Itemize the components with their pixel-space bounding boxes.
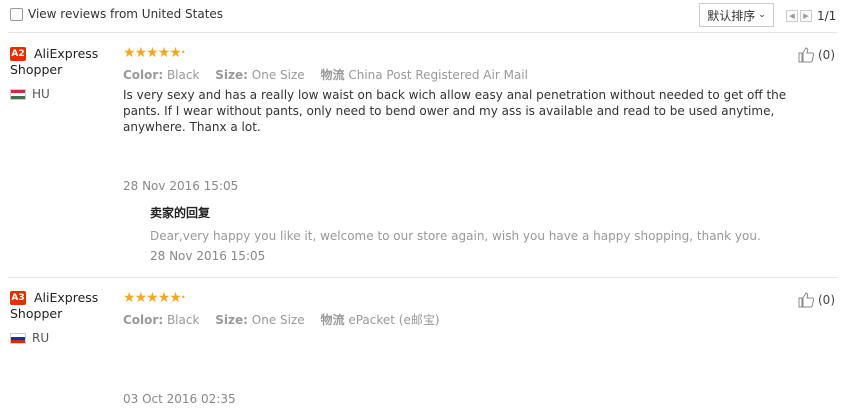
- star-icon: ★: [134, 290, 148, 306]
- star-rating: ★ ★ ★ ★ ★ •: [123, 291, 185, 305]
- reply-text: Dear,very happy you like it, welcome to …: [150, 229, 761, 243]
- helpful-button[interactable]: (0): [798, 46, 835, 63]
- helpful-count: (0): [818, 47, 835, 62]
- star-icon: ★: [146, 45, 159, 61]
- country-flag-icon: [10, 333, 26, 344]
- review-toolbar: View reviews from United States 默认排序 ⌄ ◀…: [0, 0, 859, 32]
- star-icon: ★: [146, 290, 159, 306]
- color-value: Black: [166, 68, 200, 82]
- thumbs-up-icon: [798, 47, 815, 63]
- review-text: Is very sexy and has a really low waist …: [123, 88, 787, 134]
- helpful-button[interactable]: (0): [798, 291, 835, 308]
- rating-dot-icon: •: [180, 48, 186, 57]
- country-filter[interactable]: View reviews from United States: [10, 7, 223, 21]
- order-info: Color: Black Size: One Size 物流 ePacket (…: [123, 313, 440, 327]
- star-icon: ★: [169, 290, 182, 306]
- page-indicator: 1/1: [817, 9, 837, 23]
- rating-dot-icon: •: [180, 293, 186, 302]
- pagination: ◀ ▶ 1/1: [786, 9, 836, 23]
- divider: [8, 32, 837, 33]
- reply-title: 卖家的回复: [150, 206, 211, 220]
- thumbs-up-icon: [798, 292, 815, 308]
- logistics-value: China Post Registered Air Mail: [348, 68, 528, 82]
- country-code: RU: [32, 331, 50, 345]
- reviewer-name: AliExpress Shopper: [10, 290, 99, 321]
- country-filter-checkbox[interactable]: [10, 7, 23, 21]
- reply-date: 28 Nov 2016 15:05: [150, 249, 266, 263]
- order-info: Color: Black Size: One Size 物流 China Pos…: [123, 68, 528, 82]
- star-rating: ★ ★ ★ ★ ★ •: [123, 46, 185, 60]
- star-icon: ★: [169, 45, 182, 61]
- star-icon: ★: [157, 290, 171, 306]
- next-page-icon[interactable]: ▶: [800, 10, 812, 22]
- country-code: HU: [32, 87, 50, 101]
- review-date: 28 Nov 2016 15:05: [123, 179, 239, 193]
- prev-page-icon[interactable]: ◀: [786, 10, 798, 22]
- logistics-value: ePacket (e邮宝): [348, 313, 440, 327]
- star-icon: ★: [123, 45, 136, 61]
- size-value: One Size: [251, 313, 305, 327]
- helpful-count: (0): [818, 292, 835, 307]
- color-value: Black: [166, 313, 200, 327]
- review-date: 03 Oct 2016 02:35: [123, 392, 236, 406]
- reviewer-name: AliExpress Shopper: [10, 46, 99, 77]
- divider: [8, 277, 837, 278]
- star-icon: ★: [157, 45, 171, 61]
- star-icon: ★: [123, 290, 136, 306]
- seller-reply: 卖家的回复 Dear,very happy you like it, welco…: [150, 204, 761, 263]
- chevron-down-icon: ⌄: [758, 10, 766, 20]
- country-filter-label: View reviews from United States: [28, 7, 224, 21]
- star-icon: ★: [134, 45, 148, 61]
- country-flag-icon: [10, 89, 26, 100]
- sort-dropdown[interactable]: 默认排序 ⌄: [699, 3, 774, 27]
- size-value: One Size: [251, 68, 305, 82]
- sort-label: 默认排序: [707, 8, 756, 23]
